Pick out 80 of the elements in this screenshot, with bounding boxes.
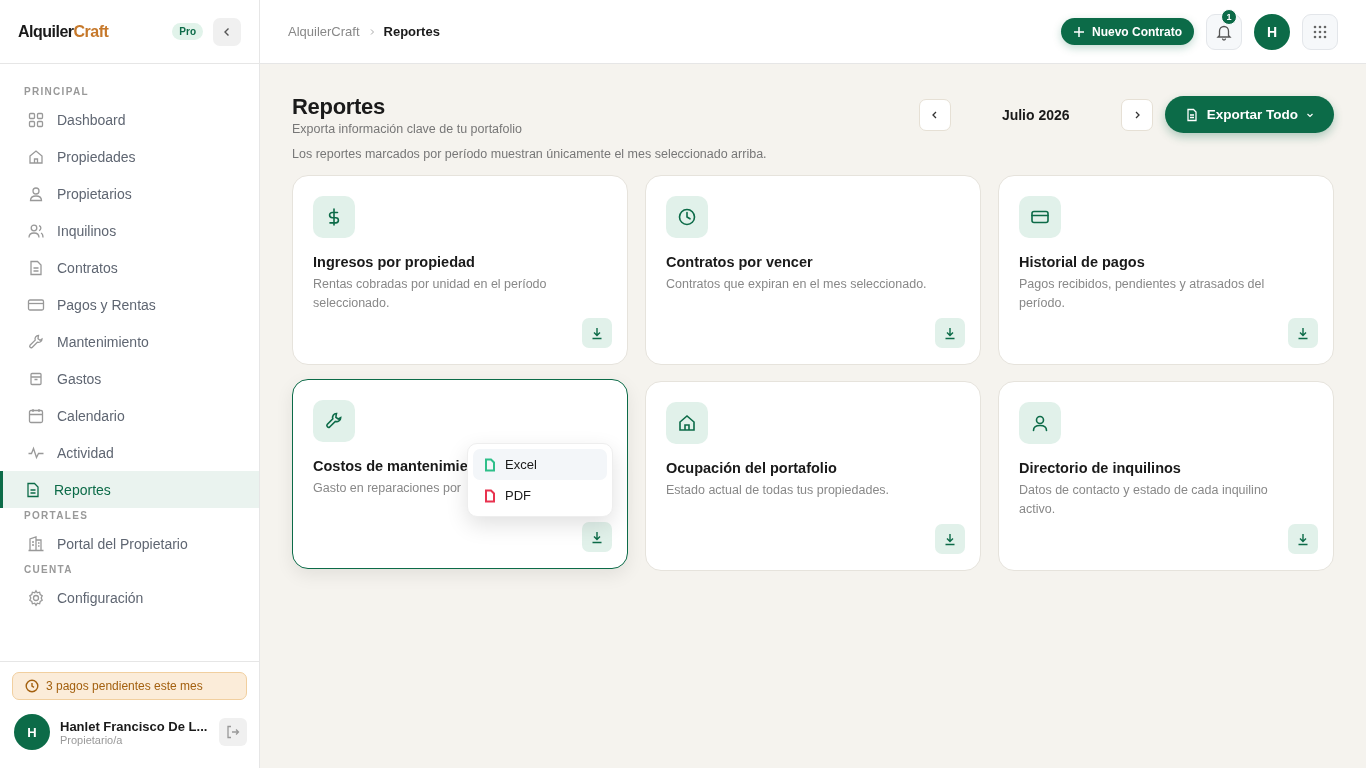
section-heading: PRINCIPAL xyxy=(23,85,90,99)
apps-button[interactable] xyxy=(1302,13,1338,50)
download-button[interactable] xyxy=(582,318,612,348)
page-title: Reportes xyxy=(292,94,386,120)
collapse-button[interactable] xyxy=(213,17,241,46)
breadcrumb-current: Reportes xyxy=(383,24,440,39)
sidebar-item[interactable]: Inquilinos xyxy=(0,212,259,249)
user-avatar: H xyxy=(14,714,50,750)
sidebar-item[interactable]: Mantenimiento xyxy=(0,323,259,360)
download-icon xyxy=(590,530,604,544)
download-icon xyxy=(590,326,604,340)
sidebar-item[interactable]: Contratos xyxy=(0,249,259,286)
sidebar-item[interactable]: Reportes xyxy=(0,471,259,508)
download-button[interactable] xyxy=(1288,318,1318,348)
card-title: Costos de mantenimie xyxy=(313,458,468,474)
download-icon xyxy=(943,326,957,340)
pending-payments-alert[interactable]: 3 pagos pendientes este mes xyxy=(12,672,247,700)
card-title: Directorio de inquilinos xyxy=(1019,460,1181,476)
plus-icon xyxy=(1073,25,1085,38)
sidebar-item[interactable]: Configuración xyxy=(0,579,259,616)
card-description: Rentas cobradas por unidad en el período seleccionado. xyxy=(313,276,548,312)
card-title: Historial de pagos xyxy=(1019,254,1145,270)
notification-count: 1 xyxy=(1221,8,1237,25)
card-description: Gasto en reparaciones por xyxy=(313,480,461,497)
building-icon xyxy=(27,534,45,553)
card-description: Pagos recibidos, pendientes y atrasados del período. xyxy=(1019,276,1266,312)
credit-card-icon xyxy=(1019,196,1061,238)
sidebar-item[interactable]: Propietarios xyxy=(0,175,259,212)
user-avatar[interactable]: H xyxy=(1254,13,1290,50)
plan-badge: Pro xyxy=(172,23,203,40)
download-icon xyxy=(1296,326,1310,340)
sidebar-item[interactable]: Dashboard xyxy=(0,101,259,138)
person-icon xyxy=(1019,402,1061,444)
calendar-icon xyxy=(27,406,45,425)
sidebar-item[interactable]: Calendario xyxy=(0,397,259,434)
page-subtitle: Exporta información clave de tu portafolio xyxy=(292,122,522,136)
user-role: Propietario/a xyxy=(60,733,123,746)
sidebar-item[interactable]: Portal del Propietario xyxy=(0,525,259,562)
person-icon xyxy=(27,184,45,203)
section-heading: CUENTA xyxy=(23,563,74,577)
period-note: Los reportes marcados por período muestran únicamente el mes seleccionado arriba. xyxy=(292,147,768,161)
breadcrumb-link[interactable]: AlquilerCraft xyxy=(288,24,360,39)
clock-icon xyxy=(25,679,39,693)
clock-icon xyxy=(666,196,708,238)
card-description: Contratos que expiran en el mes seleccionado. xyxy=(666,276,928,293)
download-button[interactable] xyxy=(935,318,965,348)
brand-logo: AlquilerCraft xyxy=(18,22,110,41)
menu-item[interactable]: Excel xyxy=(473,449,607,480)
section-heading: PORTALES xyxy=(23,509,90,523)
download-button[interactable] xyxy=(1288,524,1318,554)
sidebar-item[interactable]: Pagos y Rentas xyxy=(0,286,259,323)
menu-item[interactable]: PDF xyxy=(473,480,607,511)
sidebar-item[interactable]: Propiedades xyxy=(0,138,259,175)
wrench-icon xyxy=(313,400,355,442)
alert-text: 3 pagos pendientes este mes xyxy=(46,679,203,693)
download-button[interactable] xyxy=(935,524,965,554)
grid-icon xyxy=(27,110,45,129)
sidebar-item[interactable]: Actividad xyxy=(0,434,259,471)
document-icon xyxy=(27,258,45,277)
card-description: Datos de contacto y estado de cada inquilino activo. xyxy=(1019,482,1269,518)
dollar-icon xyxy=(313,196,355,238)
logout-icon xyxy=(225,724,241,740)
download-icon xyxy=(1296,532,1310,546)
settings-icon xyxy=(27,588,45,607)
download-button[interactable] xyxy=(582,522,612,552)
card-title: Ocupación del portafolio xyxy=(666,460,837,476)
document-icon xyxy=(24,480,42,499)
new-contract-button[interactable]: Nuevo Contrato xyxy=(1061,18,1194,45)
download-icon xyxy=(943,532,957,546)
month-label: Julio 2026 xyxy=(1000,106,1071,123)
user-name: Hanlet Francisco De L... xyxy=(60,718,208,734)
wrench-icon xyxy=(27,332,45,351)
house-icon xyxy=(666,402,708,444)
document-icon xyxy=(1184,107,1199,122)
card-title: Contratos por vencer xyxy=(666,254,813,270)
card-description: Estado actual de todas tus propiedades. xyxy=(666,482,891,499)
export-all-button[interactable]: Exportar Todo xyxy=(1164,96,1334,133)
sidebar-item[interactable]: Gastos xyxy=(0,360,259,397)
apps-grid-icon xyxy=(1312,23,1328,40)
card-title: Ingresos por propiedad xyxy=(313,254,475,270)
